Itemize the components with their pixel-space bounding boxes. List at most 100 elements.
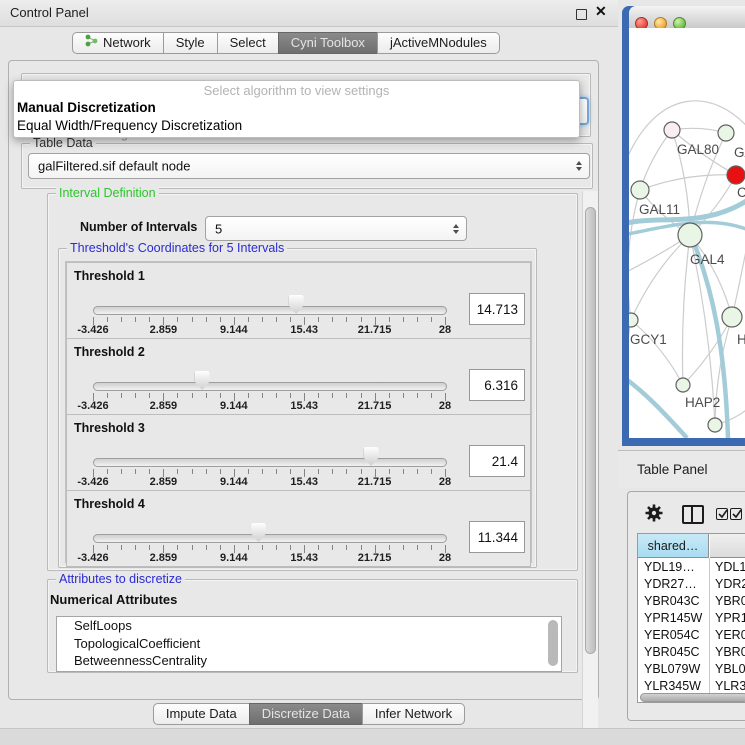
scrollbar-thumb[interactable] xyxy=(585,207,596,654)
slider-tick xyxy=(389,545,390,550)
slider-tick xyxy=(403,469,404,474)
split-panel-icon[interactable] xyxy=(682,505,704,524)
dropdown-item[interactable]: Manual Discretization xyxy=(17,100,156,115)
slider-tick xyxy=(417,469,418,474)
checkbox-icon[interactable] xyxy=(716,508,728,520)
tick-label: 15.43 xyxy=(290,476,318,488)
tick-label: 28 xyxy=(439,324,451,336)
attribute-list-item[interactable]: SelfLoops xyxy=(57,617,561,635)
tick-label: -3.426 xyxy=(77,324,108,336)
list-scrollbar-thumb[interactable] xyxy=(548,620,558,666)
network-node-gal80[interactable] xyxy=(664,122,680,138)
table-row[interactable]: YBR045CYBR0 xyxy=(638,644,745,661)
interval-definition-group: Interval Definition Number of Intervals … xyxy=(47,193,578,571)
network-node-ga[interactable] xyxy=(718,125,734,141)
slider-tick xyxy=(290,393,291,398)
cell-shared-name: YDL19… xyxy=(644,559,695,576)
table-row[interactable]: YPR145WYPR1 xyxy=(638,610,745,627)
threshold-value-field[interactable]: 11.344 xyxy=(469,521,525,553)
tab-infer-network[interactable]: Infer Network xyxy=(362,703,465,725)
threshold-value-field[interactable]: 21.4 xyxy=(469,445,525,477)
slider-tick xyxy=(262,469,263,474)
slider-tick xyxy=(192,317,193,322)
tab-impute-data[interactable]: Impute Data xyxy=(153,703,250,725)
slider-track[interactable] xyxy=(93,534,447,543)
cell-name: YER0 xyxy=(715,627,745,644)
threshold-label: Threshold 1 xyxy=(74,269,145,283)
tab-network[interactable]: Network xyxy=(72,32,164,54)
slider-tick xyxy=(220,469,221,474)
slider-tick xyxy=(276,469,277,474)
table-row[interactable]: YBL079WYBL0 xyxy=(638,661,745,678)
network-node-gal4[interactable] xyxy=(678,223,702,247)
settings-vertical-scrollbar[interactable] xyxy=(582,191,598,729)
threshold-value-field[interactable]: 6.316 xyxy=(469,369,525,401)
network-node-hap2[interactable] xyxy=(676,378,690,392)
slider-tick xyxy=(135,393,136,398)
network-node-c[interactable] xyxy=(727,166,745,184)
attribute-list-item[interactable]: BetweennessCentrality xyxy=(57,652,561,670)
attribute-list-item[interactable]: TopologicalCoefficient xyxy=(57,635,561,653)
cell-name: YDR2 xyxy=(715,576,745,593)
slider-tick xyxy=(431,545,432,550)
tab-jactivemnodules[interactable]: jActiveMNodules xyxy=(377,32,500,54)
tick-label: 2.859 xyxy=(150,552,178,564)
float-window-icon[interactable] xyxy=(576,9,587,20)
cell-shared-name: YPR145W xyxy=(644,610,702,627)
dropdown-hint: Select algorithm to view settings xyxy=(14,83,579,98)
table-data-combobox[interactable]: galFiltered.sif default node xyxy=(28,153,590,179)
tick-label: 9.144 xyxy=(220,324,248,336)
column-header-name[interactable]: na xyxy=(710,534,745,558)
threshold-value-field[interactable]: 14.713 xyxy=(469,293,525,325)
network-node-gcy1[interactable] xyxy=(629,313,638,327)
dropdown-item[interactable]: Equal Width/Frequency Discretization xyxy=(17,118,242,133)
num-intervals-combobox[interactable]: 5 xyxy=(205,216,467,241)
numerical-attributes-list[interactable]: SelfLoopsTopologicalCoefficientBetweenne… xyxy=(56,616,562,672)
table-horizontal-scrollbar[interactable] xyxy=(640,693,745,702)
column-header-shared-name[interactable]: shared… xyxy=(638,534,709,558)
table-row[interactable]: YBR043CYBR0 xyxy=(638,593,745,610)
tab-discretize-data[interactable]: Discretize Data xyxy=(249,703,363,725)
table-panel-body: shared…naYDL19…YDL1YDR27…YDR2YBR043CYBR0… xyxy=(627,491,745,721)
slider-tick xyxy=(318,317,319,322)
gear-icon[interactable] xyxy=(644,503,664,528)
table-row[interactable]: YDL19…YDL1 xyxy=(638,559,745,576)
slider-tick xyxy=(192,393,193,398)
tab-style[interactable]: Style xyxy=(163,32,218,54)
attributes-group-title: Attributes to discretize xyxy=(56,572,185,586)
checkbox-icon[interactable] xyxy=(730,508,742,520)
network-node[interactable] xyxy=(708,418,722,432)
tab-select[interactable]: Select xyxy=(217,32,279,54)
network-node-gal11[interactable] xyxy=(631,181,649,199)
slider-track[interactable] xyxy=(93,382,447,391)
app-screen: Control Panel ✕ NetworkStyleSelectCyni T… xyxy=(0,0,745,745)
tab-cyni-toolbox[interactable]: Cyni Toolbox xyxy=(278,32,378,54)
cell-name: YBR0 xyxy=(715,593,745,610)
bottom-tab-bar: Impute DataDiscretize DataInfer Network xyxy=(0,703,618,725)
table-row[interactable]: YDR27…YDR2 xyxy=(638,576,745,593)
tick-label: 2.859 xyxy=(150,476,178,488)
slider-tick xyxy=(135,317,136,322)
network-view-canvas[interactable]: GAL80GACGAL11GAL4GCY1HHAP2 xyxy=(629,28,745,438)
cell-name: YBR0 xyxy=(715,644,745,661)
node-attribute-table[interactable]: shared…naYDL19…YDL1YDR27…YDR2YBR043CYBR0… xyxy=(637,533,745,703)
scrollbar-thumb[interactable] xyxy=(640,693,745,702)
slider-tick xyxy=(389,393,390,398)
slider-track[interactable] xyxy=(93,458,447,467)
slider-track[interactable] xyxy=(93,306,447,315)
network-node-h[interactable] xyxy=(722,307,742,327)
tick-label: 21.715 xyxy=(358,476,392,488)
table-panel-title: Table Panel xyxy=(637,462,708,477)
slider-tick xyxy=(177,545,178,550)
slider-tick xyxy=(290,545,291,550)
threshold-block: Threshold 1-3.4262.8599.14415.4321.71528… xyxy=(66,262,531,339)
slider-tick xyxy=(206,469,207,474)
close-icon[interactable]: ✕ xyxy=(595,3,607,20)
slider-tick xyxy=(262,393,263,398)
slider-tick xyxy=(149,393,150,398)
tab-label: Style xyxy=(176,33,205,53)
slider-tick xyxy=(403,393,404,398)
slider-tick xyxy=(107,393,108,398)
table-row[interactable]: YER054CYER0 xyxy=(638,627,745,644)
network-window-titlebar[interactable] xyxy=(629,6,745,29)
